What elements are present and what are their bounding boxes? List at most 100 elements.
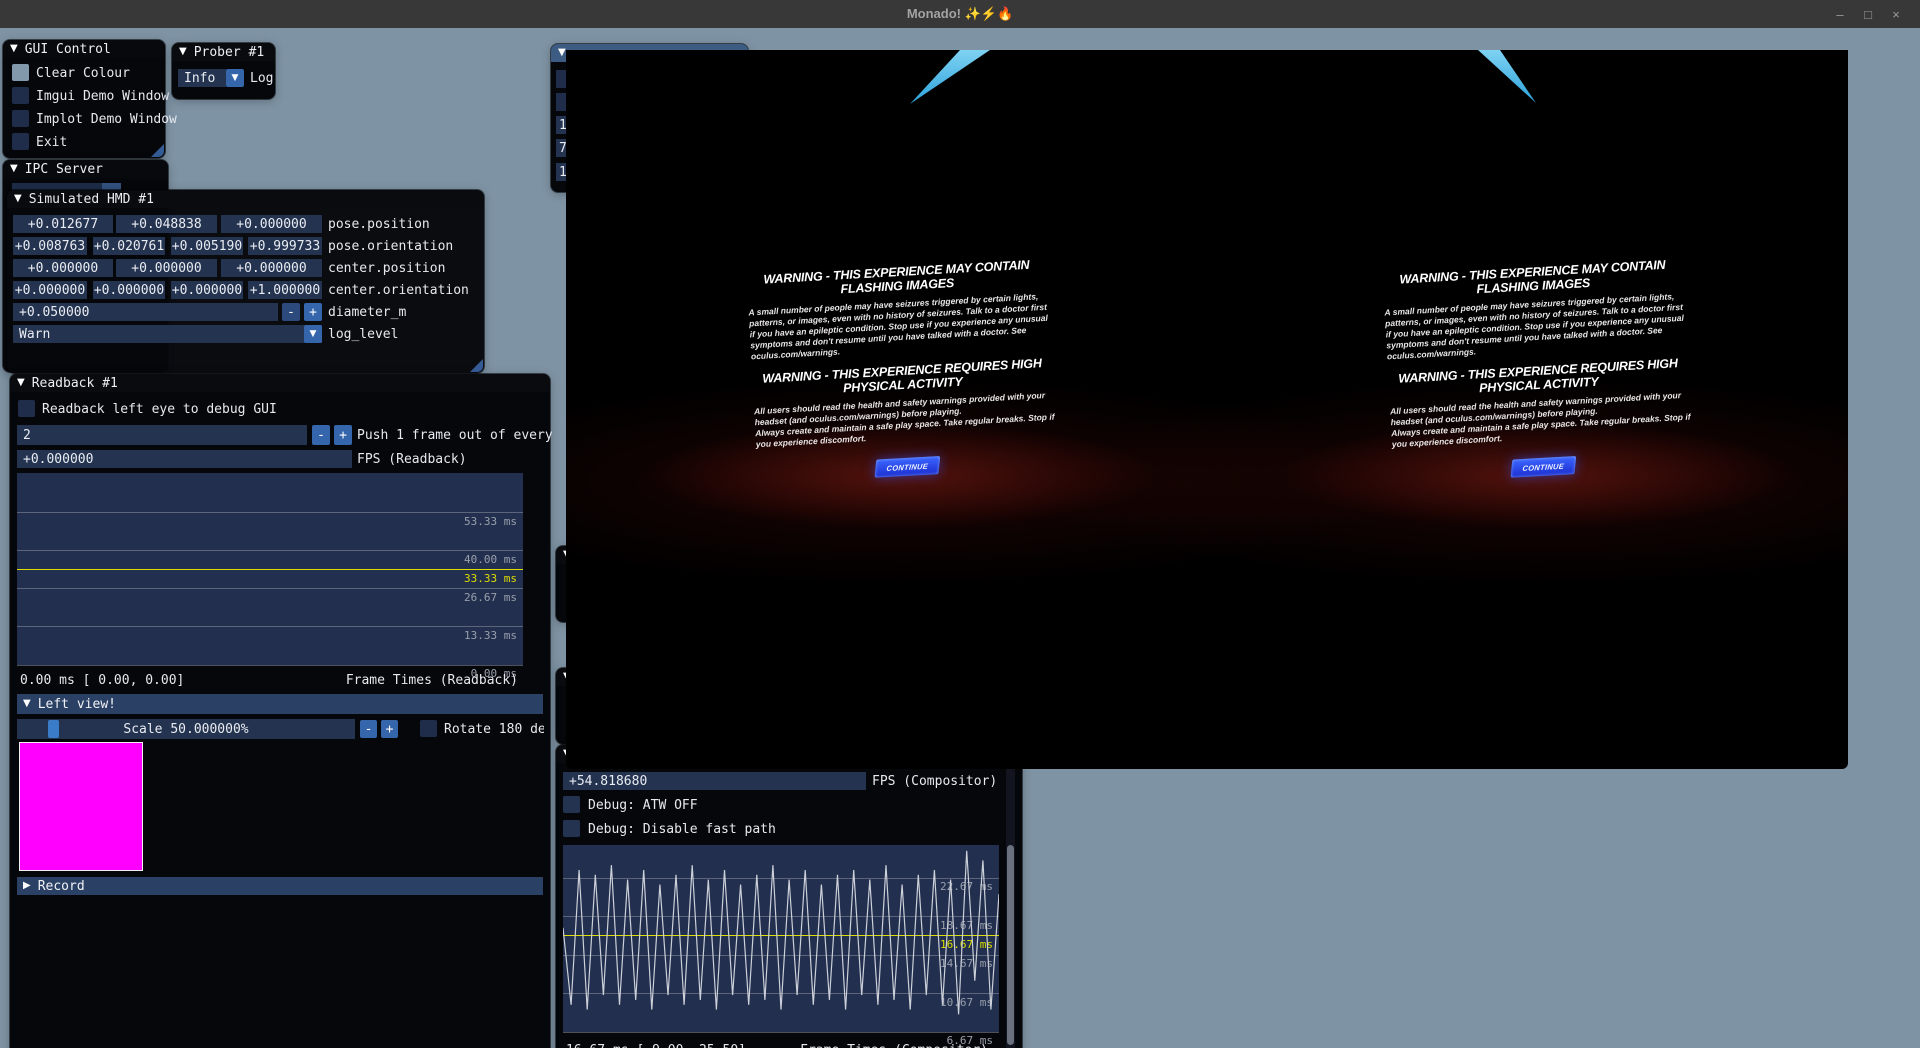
os-titlebar[interactable]: Monado! ✨⚡🔥 – □ × <box>0 0 1920 28</box>
warning-para-1: A small number of people may have seizur… <box>1384 291 1687 363</box>
push-frames-field[interactable]: 2 <box>17 425 307 445</box>
rotate-180-checkbox[interactable] <box>420 720 437 737</box>
record-header-label: Record <box>38 879 85 894</box>
collapse-icon[interactable]: ▼ <box>558 48 566 58</box>
scale-plus-button[interactable]: + <box>381 720 398 738</box>
diameter-minus-button[interactable]: - <box>282 303 300 321</box>
scrollbar[interactable] <box>1006 767 1015 1048</box>
fps-compositor-field[interactable]: +54.818680 <box>563 772 866 790</box>
simulated-hmd-titlebar[interactable]: ▼ Simulated HMD #1 <box>7 190 484 208</box>
record-header[interactable]: ▶ Record <box>17 877 543 895</box>
push-frames-minus-button[interactable]: - <box>312 425 330 445</box>
chevron-down-icon: ▼ <box>232 74 239 83</box>
compositor-plot-label: Frame Times (Compositor) <box>800 1041 988 1048</box>
fps-readback-field[interactable]: +0.000000 <box>17 450 352 468</box>
center-position-x[interactable]: +0.000000 <box>13 259 113 277</box>
collapse-icon: ▼ <box>23 699 31 709</box>
readback-frame-times-plot[interactable]: 53.33 ms40.00 ms33.33 ms26.67 ms13.33 ms… <box>17 473 523 665</box>
center-orientation-w[interactable]: +1.000000 <box>248 281 322 299</box>
center-position-z[interactable]: +0.000000 <box>221 259 322 277</box>
pose-orientation-x[interactable]: +0.008763 <box>13 237 87 255</box>
debug-fast-path-label: Debug: Disable fast path <box>588 820 776 838</box>
scrollbar-thumb[interactable] <box>1007 845 1014 1045</box>
readback-left-eye-label: Readback left eye to debug GUI <box>42 400 277 418</box>
diameter-label: diameter_m <box>328 303 406 321</box>
pose-orientation-label: pose.orientation <box>328 237 453 255</box>
center-orientation-y[interactable]: +0.000000 <box>93 281 165 299</box>
pose-orientation-w[interactable]: +0.999733 <box>248 237 322 255</box>
pose-position-label: pose.position <box>328 215 430 233</box>
gui-control-titlebar[interactable]: ▼ GUI Control <box>3 40 165 58</box>
prober-window: ▼ Prober #1 Info ▼ Log <box>172 43 275 99</box>
readback-window: ▼ Readback #1 Readback left eye to debug… <box>10 374 550 1048</box>
collapse-icon[interactable]: ▼ <box>14 194 22 204</box>
center-orientation-z[interactable]: +0.000000 <box>171 281 243 299</box>
push-frames-plus-button[interactable]: + <box>334 425 352 445</box>
simulated-hmd-title: Simulated HMD #1 <box>29 192 154 207</box>
continue-button: CONTINUE <box>1511 456 1577 478</box>
combo-arrow-button[interactable]: ▼ <box>226 69 244 87</box>
clear-colour-label: Clear Colour <box>36 64 130 82</box>
prober-title: Prober #1 <box>194 45 264 60</box>
center-position-y[interactable]: +0.000000 <box>116 259 217 277</box>
collapse-icon: ▶ <box>23 881 31 891</box>
window-title: Monado! ✨⚡🔥 <box>907 6 1013 22</box>
pose-position-y[interactable]: +0.048838 <box>116 215 217 233</box>
clear-colour-swatch[interactable] <box>12 64 29 81</box>
implot-demo-checkbox[interactable] <box>12 110 29 127</box>
compositor-window: ▼ +54.818680 FPS (Compositor) Debug: ATW… <box>556 745 1022 1048</box>
left-view-header[interactable]: ▼ Left view! <box>17 694 543 714</box>
log-level-combo[interactable]: Warn <box>13 325 322 343</box>
close-icon[interactable]: × <box>1882 0 1910 28</box>
readback-titlebar[interactable]: ▼ Readback #1 <box>10 374 550 392</box>
collapse-icon[interactable]: ▼ <box>17 378 25 388</box>
scale-slider[interactable]: Scale 50.000000% <box>17 719 355 739</box>
combo-arrow-button[interactable]: ▼ <box>304 325 322 343</box>
diameter-plus-button[interactable]: + <box>304 303 322 321</box>
prober-titlebar[interactable]: ▼ Prober #1 <box>172 43 275 61</box>
slider-grab[interactable] <box>48 720 59 738</box>
readback-title: Readback #1 <box>32 376 118 391</box>
resize-grip[interactable] <box>151 144 164 157</box>
prober-log-level-combo[interactable]: Info <box>178 69 226 87</box>
debug-atw-checkbox[interactable] <box>563 796 580 813</box>
imgui-demo-checkbox[interactable] <box>12 87 29 104</box>
readback-left-eye-checkbox[interactable] <box>18 400 35 417</box>
pose-orientation-y[interactable]: +0.020761 <box>93 237 165 255</box>
gui-control-window: ▼ GUI Control Clear Colour Imgui Demo Wi… <box>3 40 165 158</box>
diameter-field[interactable]: +0.050000 <box>13 303 278 321</box>
exit-label: Exit <box>36 133 67 151</box>
center-orientation-x[interactable]: +0.000000 <box>13 281 87 299</box>
compositor-frame-times-plot[interactable]: 22.67 ms18.67 ms16.67 ms14.67 ms10.67 ms… <box>563 845 999 1032</box>
fps-compositor-label: FPS (Compositor) <box>872 772 997 790</box>
simulated-hmd-window: ▼ Simulated HMD #1 +0.012677 +0.048838 +… <box>7 190 484 373</box>
compositor-plot-status: 16.67 ms [ 9.00, 25.50] <box>566 1041 746 1048</box>
debug-atw-label: Debug: ATW OFF <box>588 796 698 814</box>
push-frames-label: Push 1 frame out of every <box>357 426 553 444</box>
left-eye-warning: WARNING - THIS EXPERIENCE MAY CONTAIN FL… <box>746 257 1057 485</box>
continue-button: CONTINUE <box>875 456 941 478</box>
log-level-label: log_level <box>328 325 398 343</box>
center-position-label: center.position <box>328 259 445 277</box>
maximize-icon[interactable]: □ <box>1854 0 1882 28</box>
collapse-icon[interactable]: ▼ <box>10 164 18 174</box>
log-button[interactable]: Log <box>250 69 273 87</box>
collapse-icon[interactable]: ▼ <box>10 44 18 54</box>
scale-minus-button[interactable]: - <box>360 720 377 738</box>
ipc-server-titlebar[interactable]: ▼ IPC Server <box>3 160 168 178</box>
debug-fast-path-checkbox[interactable] <box>563 820 580 837</box>
left-eye-preview-image <box>19 742 143 871</box>
pose-position-z[interactable]: +0.000000 <box>221 215 322 233</box>
scale-slider-label: Scale 50.000000% <box>123 722 248 737</box>
vr-mirror-view: WARNING - THIS EXPERIENCE MAY CONTAIN FL… <box>566 50 1848 769</box>
minimize-icon[interactable]: – <box>1826 0 1854 28</box>
gui-control-title: GUI Control <box>25 42 111 57</box>
exit-checkbox[interactable] <box>12 133 29 150</box>
left-view-header-label: Left view! <box>38 697 116 712</box>
pose-orientation-z[interactable]: +0.005190 <box>171 237 243 255</box>
resize-grip[interactable] <box>470 359 483 372</box>
warning-para-1: A small number of people may have seizur… <box>748 291 1051 363</box>
collapse-icon[interactable]: ▼ <box>179 47 187 57</box>
rotate-180-label: Rotate 180 de <box>444 720 544 738</box>
pose-position-x[interactable]: +0.012677 <box>13 215 113 233</box>
